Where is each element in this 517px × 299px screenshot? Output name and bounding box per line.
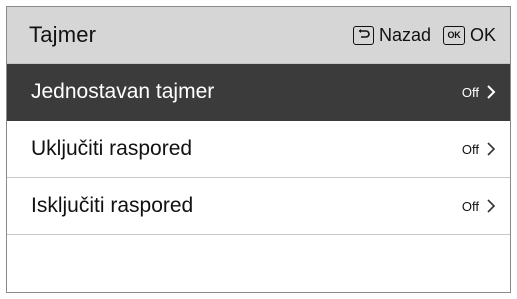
back-button[interactable]: Nazad xyxy=(352,24,431,46)
back-label: Nazad xyxy=(378,24,431,45)
menu-item-off-schedule[interactable]: Isključiti raspored Off xyxy=(7,178,510,235)
header-bar: Tajmer Nazad OK OK xyxy=(7,7,510,64)
menu-item-simple-timer[interactable]: Jednostavan tajmer Off xyxy=(7,64,510,121)
timer-menu: Jednostavan tajmer Off Uključiti raspore… xyxy=(7,64,510,235)
menu-item-label: Isključiti raspored xyxy=(31,194,194,217)
menu-item-right: Off xyxy=(462,198,497,214)
chevron-right-icon xyxy=(485,84,497,100)
menu-item-label: Uključiti raspored xyxy=(31,137,193,160)
header-actions: Nazad OK OK xyxy=(352,24,496,46)
ok-button[interactable]: OK OK xyxy=(442,24,496,46)
menu-item-label: Jednostavan tajmer xyxy=(31,80,215,103)
timer-screen: Tajmer Nazad OK OK Jednostavan tajmer Of… xyxy=(6,6,511,293)
status-value: Off xyxy=(461,84,479,100)
chevron-right-icon xyxy=(485,198,497,214)
return-arrow-icon xyxy=(352,25,374,45)
menu-item-right: Off xyxy=(462,84,497,100)
chevron-right-icon xyxy=(485,141,497,157)
status-value: Off xyxy=(461,141,479,157)
status-value: Off xyxy=(461,198,479,214)
ok-label: OK xyxy=(469,24,496,45)
menu-item-right: Off xyxy=(462,141,497,157)
page-title: Tajmer xyxy=(29,22,97,47)
ok-key-icon: OK xyxy=(442,25,465,45)
menu-item-on-schedule[interactable]: Uključiti raspored Off xyxy=(7,121,510,178)
